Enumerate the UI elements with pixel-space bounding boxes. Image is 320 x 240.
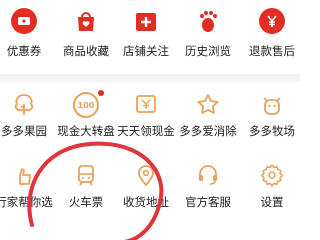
- cow-icon: [259, 92, 285, 122]
- gear-icon: [259, 162, 285, 192]
- cash-envelope-icon: [133, 92, 159, 122]
- shopping-bag-heart-icon: [73, 8, 99, 34]
- services-row: 行家帮你选 火车票 收货地址 官方客服 设置: [0, 160, 300, 212]
- history-entry[interactable]: 历史浏览: [172, 0, 244, 66]
- refund-entry[interactable]: 退款售后: [236, 0, 308, 66]
- cash-wheel-icon: 100: [73, 92, 99, 118]
- cash-wheel-badge: 100: [77, 100, 95, 110]
- refund-yen-icon: [259, 8, 285, 34]
- games-row: 多多果园 100 现金大转盘 天天领现金 多多爱消除 多多牧场: [0, 88, 300, 144]
- coupon-icon: [11, 8, 37, 34]
- customer-service-entry[interactable]: 官方客服: [172, 160, 244, 212]
- train-icon: [73, 162, 99, 192]
- notification-dot: [98, 90, 104, 96]
- location-pin-icon: [133, 162, 159, 192]
- ranch-entry[interactable]: 多多牧场: [236, 88, 308, 144]
- star-game-icon: [195, 92, 221, 122]
- hand-pick-icon: [11, 162, 37, 192]
- ranch-label: 多多牧场: [249, 124, 295, 138]
- footprint-icon: [195, 8, 221, 34]
- quick-actions-row: 优惠券 商品收藏 店铺关注 历史浏览 退款售后: [0, 0, 300, 66]
- refund-label: 退款售后: [249, 44, 295, 58]
- fruit-tree-icon: [11, 92, 37, 122]
- history-label: 历史浏览: [185, 44, 231, 58]
- settings-entry[interactable]: 设置: [236, 160, 308, 212]
- match-game-label: 多多爱消除: [179, 124, 237, 138]
- settings-label: 设置: [260, 195, 284, 209]
- store-plus-icon: [133, 8, 159, 34]
- section-divider: [0, 74, 300, 82]
- customer-service-icon: [195, 162, 221, 192]
- match-game-entry[interactable]: 多多爱消除: [172, 88, 244, 144]
- customer-service-label: 官方客服: [185, 195, 231, 209]
